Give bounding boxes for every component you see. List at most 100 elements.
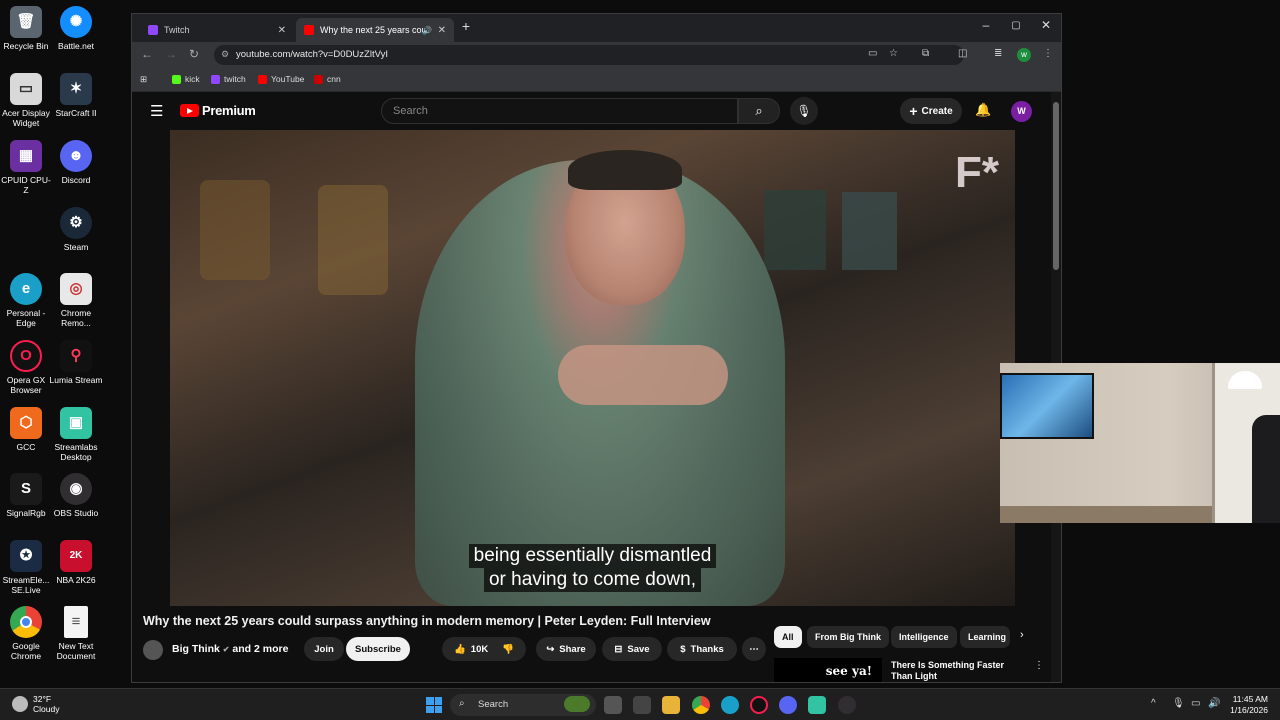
desktop-icon-lumia[interactable]: ⚲ Lumia Stream xyxy=(49,340,103,385)
save-button[interactable]: ⊟ Save xyxy=(602,637,662,661)
desktop-icon-gcc[interactable]: ⬡ GCC xyxy=(0,407,53,452)
desktop-icon-streamlabs[interactable]: ▣ Streamlabs Desktop xyxy=(49,407,103,462)
microphone-tray-icon[interactable]: 🎙 xyxy=(1172,698,1185,709)
desktop-icon-label: OBS Studio xyxy=(53,508,99,518)
voice-search-button[interactable]: 🎙 xyxy=(790,97,818,125)
reload-icon[interactable]: ↻ xyxy=(189,47,199,61)
share-icon: ↪ xyxy=(546,643,555,655)
bookmark-twitch[interactable]: twitch xyxy=(211,74,246,84)
sidepanel-icon[interactable]: ◫ xyxy=(958,48,967,59)
tab-search-icon[interactable]: ≣ xyxy=(994,48,1002,59)
youtube-logo[interactable]: Premium xyxy=(180,103,256,118)
create-button[interactable]: + Create xyxy=(900,98,962,124)
more-vertical-icon[interactable]: ⋮ xyxy=(1034,660,1044,671)
system-clock[interactable]: 11:45 AM 1/16/2026 xyxy=(1228,694,1268,716)
chip-all[interactable]: All xyxy=(774,626,802,648)
more-actions-button[interactable]: ⋯ xyxy=(742,637,766,661)
acer-display-icon: ▭ xyxy=(10,73,42,105)
close-tab-icon[interactable]: ✕ xyxy=(438,25,446,36)
chrome-taskbar-icon[interactable] xyxy=(692,696,710,714)
bookmark-cnn[interactable]: cnn xyxy=(314,74,341,84)
taskbar-search[interactable]: ⌕ Search xyxy=(450,694,596,716)
thumbs-up-icon[interactable]: 👍 xyxy=(454,644,466,655)
address-bar[interactable]: ⚙ youtube.com/watch?v=D0DUzZltVyI xyxy=(214,45,964,65)
join-button[interactable]: Join xyxy=(304,637,344,661)
channel-row: Big Think ✔ and 2 more Join Subscribe 👍 … xyxy=(143,636,766,662)
account-avatar[interactable]: W xyxy=(1011,101,1032,122)
chip-learning[interactable]: Learning xyxy=(960,626,1010,648)
extensions-icon[interactable]: ⧉ xyxy=(922,48,929,59)
desktop-icon-recycle-bin[interactable]: 🗑 Recycle Bin xyxy=(0,6,53,51)
widgets-icon[interactable] xyxy=(633,696,651,714)
site-info-icon[interactable]: ⚙ xyxy=(221,49,229,60)
like-count[interactable]: 10K xyxy=(471,644,488,655)
chip-from-big-think[interactable]: From Big Think xyxy=(807,626,889,648)
windows-start-icon[interactable] xyxy=(426,697,442,713)
recommended-video-title[interactable]: There Is Something Faster Than Light xyxy=(891,660,1011,682)
desktop-icon-starcraft[interactable]: ✶ StarCraft II xyxy=(49,73,103,118)
desktop-icon-battlenet[interactable]: ✺ Battle.net xyxy=(49,6,103,51)
notifications-bell-icon[interactable]: 🔔 xyxy=(975,102,991,118)
desktop-icon-steam[interactable]: ⚙ Steam xyxy=(49,207,103,252)
scrollbar-thumb[interactable] xyxy=(1053,102,1059,270)
speaker-icon[interactable]: 🔊 xyxy=(422,26,432,35)
desktop-icon-text-document[interactable]: ≡ New Text Document xyxy=(49,606,103,661)
edge-taskbar-icon[interactable] xyxy=(721,696,739,714)
channel-avatar[interactable] xyxy=(143,640,163,660)
caption-line-1: being essentially dismantled xyxy=(468,544,717,568)
streamlabs-taskbar-icon[interactable] xyxy=(808,696,826,714)
tab-label: Twitch xyxy=(164,25,190,35)
desktop-icon-chrome-remote[interactable]: ◎ Chrome Remo... xyxy=(49,273,103,328)
bookmark-star-icon[interactable]: ☆ xyxy=(889,48,898,59)
opera-gx-taskbar-icon[interactable] xyxy=(750,696,768,714)
new-tab-button[interactable]: + xyxy=(454,18,478,34)
search-button[interactable]: ⌕ xyxy=(738,98,780,124)
bookmark-kick[interactable]: kick xyxy=(172,74,200,84)
weather-widget[interactable]: 32°F Cloudy xyxy=(12,694,59,714)
desktop-icon-obs[interactable]: ◉ OBS Studio xyxy=(49,473,103,518)
file-explorer-icon[interactable] xyxy=(662,696,680,714)
chip-intelligence[interactable]: Intelligence xyxy=(891,626,957,648)
show-hidden-icons-chevron-icon[interactable]: ^ xyxy=(1151,698,1156,709)
desktop-icon-opera-gx[interactable]: O Opera GX Browser xyxy=(0,340,53,395)
obs-taskbar-icon[interactable] xyxy=(838,696,856,714)
close-tab-icon[interactable]: ✕ xyxy=(278,25,286,36)
profile-avatar[interactable]: w xyxy=(1017,48,1031,62)
desktop-icon-edge[interactable]: e Personal - Edge xyxy=(0,273,53,328)
install-app-icon[interactable]: ▭ xyxy=(868,48,877,59)
desktop-icon-chrome[interactable]: Google Chrome xyxy=(0,606,53,661)
channel-name-link[interactable]: Big Think ✔ and 2 more xyxy=(172,643,288,655)
desktop-icon-acer-display[interactable]: ▭ Acer Display Widget xyxy=(0,73,53,128)
video-player[interactable]: F* being essentially dismantled or havin… xyxy=(170,130,1015,606)
subscribe-button[interactable]: Subscribe xyxy=(346,637,410,661)
close-window-button[interactable]: ✕ xyxy=(1034,18,1058,32)
recommendation-chips: All From Big Think Intelligence Learning… xyxy=(774,626,1061,648)
menu-kebab-icon[interactable]: ⋮ xyxy=(1043,48,1053,59)
hamburger-menu-icon[interactable]: ☰ xyxy=(150,102,163,120)
maximize-button[interactable]: ▢ xyxy=(1004,20,1028,31)
desktop-icon-nba2k[interactable]: 2K NBA 2K26 xyxy=(49,540,103,585)
task-view-icon[interactable] xyxy=(604,696,622,714)
recommended-video-thumbnail[interactable]: see ya! xyxy=(774,658,882,682)
chevron-right-icon[interactable]: › xyxy=(1020,629,1024,641)
desktop-icon-streamelements[interactable]: ✪ StreamEle... SE.Live xyxy=(0,540,53,595)
back-arrow-icon[interactable]: ← xyxy=(141,47,153,61)
apps-grid-icon[interactable]: ⊞ xyxy=(140,74,147,85)
bookmark-youtube[interactable]: YouTube xyxy=(258,74,304,84)
share-button[interactable]: ↪ Share xyxy=(536,637,596,661)
minimize-button[interactable]: – xyxy=(974,18,998,32)
tab-youtube-video[interactable]: Why the next 25 years cou 🔊 ✕ xyxy=(296,18,454,42)
desktop-icon-signalrgb[interactable]: S SignalRgb xyxy=(0,473,53,518)
thanks-button[interactable]: $ Thanks xyxy=(667,637,737,661)
search-input[interactable]: Search xyxy=(381,98,738,124)
desktop-icon-cpuz[interactable]: ▦ CPUID CPU-Z xyxy=(0,140,53,195)
thumbs-down-icon[interactable]: 👎 xyxy=(502,644,514,655)
forward-arrow-icon[interactable]: → xyxy=(165,47,177,61)
network-icon[interactable]: ▭ xyxy=(1191,698,1200,709)
desktop-icon-discord[interactable]: ☻ Discord xyxy=(49,140,103,185)
discord-taskbar-icon[interactable] xyxy=(779,696,797,714)
desktop-icon-label: CPUID CPU-Z xyxy=(1,175,51,195)
volume-icon[interactable]: 🔊 xyxy=(1208,698,1220,709)
search-icon: ⌕ xyxy=(459,698,465,709)
tab-twitch[interactable]: Twitch ✕ xyxy=(140,18,294,42)
